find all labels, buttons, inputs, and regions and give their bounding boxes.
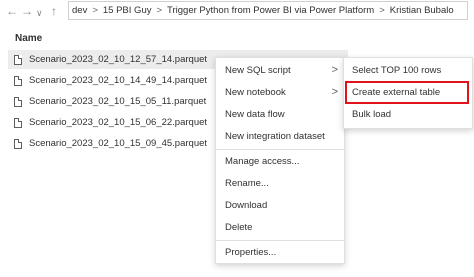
- file-icon: [14, 138, 22, 149]
- arrow-left-icon[interactable]: ←: [6, 3, 18, 19]
- menu-item-label: Download: [225, 199, 268, 211]
- menu-item-label: New notebook: [225, 86, 286, 98]
- menu-item-new-notebook[interactable]: New notebook >: [216, 82, 344, 102]
- breadcrumb-separator: >: [379, 5, 385, 16]
- sql-script-submenu: Select TOP 100 rows Create external tabl…: [343, 57, 473, 129]
- menu-item-label: Rename...: [225, 177, 269, 189]
- menu-item-new-sql-script[interactable]: New SQL script >: [216, 60, 344, 80]
- menu-item-label: Properties...: [225, 246, 277, 258]
- breadcrumb-item-trigger-python[interactable]: Trigger Python from Power BI via Power P…: [167, 5, 374, 16]
- menu-item-label: Manage access...: [225, 155, 300, 167]
- submenu-item-label: Bulk load: [352, 108, 392, 120]
- submenu-item-bulk-load[interactable]: Bulk load: [344, 104, 472, 124]
- submenu-item-label: Select TOP 100 rows: [352, 64, 442, 76]
- menu-divider: [216, 240, 344, 241]
- menu-item-label: New data flow: [225, 108, 285, 120]
- menu-item-label: New SQL script: [225, 64, 291, 76]
- context-menu: New SQL script > New notebook > New data…: [215, 57, 345, 264]
- highlight-box: [345, 81, 469, 104]
- chevron-right-icon: >: [331, 64, 338, 76]
- menu-item-new-integration-dataset[interactable]: New integration dataset: [216, 126, 344, 146]
- menu-item-delete[interactable]: Delete: [216, 217, 344, 237]
- menu-item-new-data-flow[interactable]: New data flow: [216, 104, 344, 124]
- file-name: Scenario_2023_02_10_15_06_22.parquet: [29, 117, 208, 128]
- file-icon: [14, 117, 22, 128]
- menu-item-label: New integration dataset: [225, 130, 325, 142]
- menu-item-rename[interactable]: Rename...: [216, 173, 344, 193]
- breadcrumb-separator: >: [156, 5, 163, 16]
- file-name: Scenario_2023_02_10_14_49_14.parquet: [29, 75, 208, 86]
- file-icon: [14, 96, 22, 107]
- file-icon: [14, 75, 22, 86]
- file-icon: [14, 54, 22, 65]
- submenu-item-select-top-100[interactable]: Select TOP 100 rows: [344, 60, 472, 80]
- chevron-down-icon[interactable]: ∨: [36, 5, 43, 21]
- breadcrumb-separator: >: [92, 5, 98, 16]
- menu-item-download[interactable]: Download: [216, 195, 344, 215]
- breadcrumb-item-dev[interactable]: dev: [72, 5, 87, 16]
- file-name: Scenario_2023_02_10_15_05_11.parquet: [29, 96, 207, 107]
- arrow-right-icon[interactable]: →: [21, 3, 33, 19]
- menu-item-manage-access[interactable]: Manage access...: [216, 151, 344, 171]
- breadcrumb-item-pbi-guy[interactable]: 15 PBI Guy: [103, 5, 152, 16]
- file-name: Scenario_2023_02_10_12_57_14.parquet: [29, 54, 208, 65]
- menu-divider: [216, 149, 344, 150]
- breadcrumb[interactable]: dev > 15 PBI Guy > Trigger Python from P…: [68, 1, 468, 20]
- menu-item-label: Delete: [225, 221, 253, 233]
- file-name: Scenario_2023_02_10_15_09_45.parquet: [29, 138, 208, 149]
- chevron-right-icon: >: [331, 86, 338, 98]
- breadcrumb-item-kristian-bubalo[interactable]: Kristian Bubalo: [390, 5, 454, 16]
- navigation-bar: ← → ∨ ↑ dev > 15 PBI Guy > Trigger Pytho…: [0, 0, 474, 24]
- arrow-up-icon[interactable]: ↑: [51, 3, 57, 19]
- column-header-name[interactable]: Name: [15, 33, 42, 44]
- menu-item-properties[interactable]: Properties...: [216, 242, 344, 262]
